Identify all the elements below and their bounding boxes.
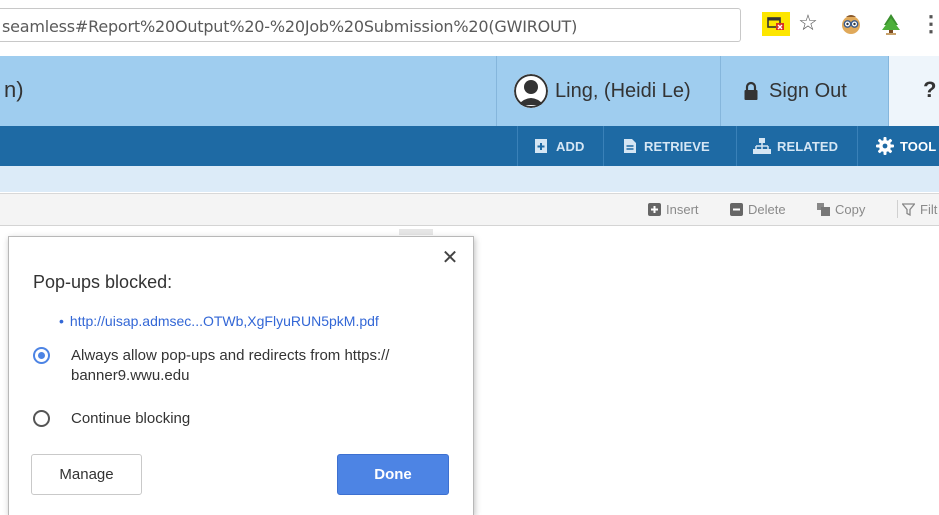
star-icon[interactable]: ☆ <box>796 10 820 36</box>
related-button[interactable]: RELATED <box>736 126 857 166</box>
close-icon[interactable]: ✕ <box>439 247 461 269</box>
related-label: RELATED <box>777 138 839 154</box>
page-title: n) <box>4 77 24 102</box>
add-label: ADD <box>556 138 585 154</box>
copy-label: Copy <box>835 202 866 217</box>
url-text[interactable]: seamless#Report%20Output%20-%20Job%20Sub… <box>2 17 577 36</box>
address-bar[interactable]: seamless#Report%20Output%20-%20Job%20Sub… <box>0 8 741 42</box>
option-always-allow[interactable]: Always allow pop-ups and redirects from … <box>33 346 451 386</box>
dialog-title: Pop-ups blocked: <box>33 272 173 292</box>
user-menu[interactable]: Ling, (Heidi Le) <box>496 56 720 126</box>
user-name: Ling, (Heidi Le) <box>555 79 691 102</box>
retrieve-label: RETRIEVE <box>644 138 710 154</box>
extension-icon[interactable] <box>839 12 863 36</box>
minus-square-icon <box>730 203 743 216</box>
tools-button[interactable]: TOOL <box>857 126 939 166</box>
grid-toolbar: Insert Delete Copy Filt <box>0 193 939 226</box>
avatar-icon <box>514 74 548 108</box>
more-vert-icon[interactable]: ⋮ <box>920 12 939 36</box>
manage-button[interactable]: Manage <box>31 454 142 495</box>
popup-blocked-icon[interactable] <box>762 12 790 36</box>
add-document-icon <box>535 139 547 153</box>
sign-out-button[interactable]: Sign Out <box>720 56 888 126</box>
help-button[interactable]: ? <box>888 56 939 126</box>
blocked-popup-link[interactable]: http://uisap.admsec...OTWb,XgFlyuRUN5pkM… <box>70 313 379 329</box>
lock-icon <box>744 81 758 100</box>
delete-label: Delete <box>748 202 786 217</box>
filter-button[interactable]: Filt <box>897 200 937 218</box>
done-button[interactable]: Done <box>337 454 449 495</box>
plus-square-icon <box>648 203 661 216</box>
delete-button[interactable]: Delete <box>730 202 786 217</box>
app-header: n) Ling, (Heidi Le) Sign Out ? <box>0 56 939 126</box>
browser-address-row: seamless#Report%20Output%20-%20Job%20Sub… <box>0 0 939 54</box>
radio-unchecked-icon[interactable] <box>33 410 50 427</box>
insert-label: Insert <box>666 202 699 217</box>
option-continue-blocking[interactable]: Continue blocking <box>33 409 451 429</box>
content-area <box>0 226 939 236</box>
copy-icon <box>817 203 830 216</box>
option-always-allow-label: Always allow pop-ups and redirects from … <box>71 347 390 384</box>
document-icon <box>624 139 636 153</box>
main-toolbar: ADD RETRIEVE RELATED TOOL <box>0 126 939 166</box>
radio-checked-icon[interactable] <box>33 347 50 364</box>
blocked-link-item: • http://uisap.admsec...OTWb,XgFlyuRUN5pk… <box>59 313 379 329</box>
popups-blocked-dialog: Pop-ups blocked: ✕ • http://uisap.admsec.… <box>8 236 474 515</box>
bullet-icon: • <box>59 313 64 329</box>
tools-label: TOOL <box>900 138 937 154</box>
retrieve-button[interactable]: RETRIEVE <box>603 126 736 166</box>
section-band <box>0 166 939 192</box>
extension-icon[interactable] <box>879 12 903 36</box>
sitemap-icon <box>753 138 771 154</box>
help-icon: ? <box>923 77 937 102</box>
option-continue-blocking-label: Continue blocking <box>71 410 191 427</box>
insert-button[interactable]: Insert <box>648 202 699 217</box>
add-button[interactable]: ADD <box>517 126 603 166</box>
scroll-handle[interactable] <box>399 229 433 235</box>
copy-button[interactable]: Copy <box>817 202 865 217</box>
gear-icon <box>876 137 894 155</box>
filter-label: Filt <box>920 201 938 217</box>
filter-icon <box>902 202 915 216</box>
sign-out-label: Sign Out <box>769 79 847 102</box>
